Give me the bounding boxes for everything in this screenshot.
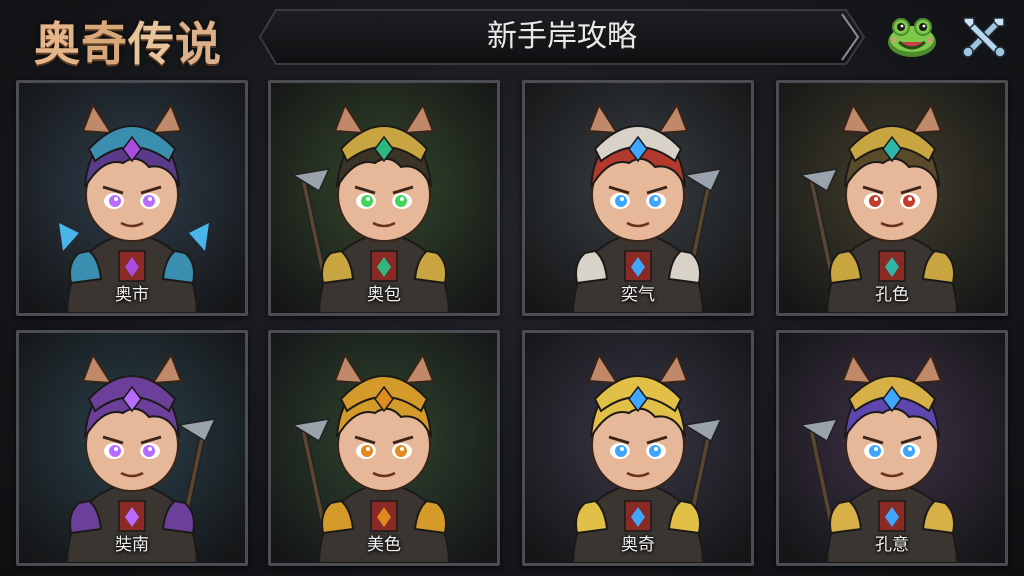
- hero-name: 孔色: [875, 285, 909, 305]
- frog-face-icon[interactable]: [884, 12, 940, 62]
- hero-name: 奥包: [367, 285, 401, 305]
- logo-char: 说: [175, 17, 222, 71]
- game-screen: 奥奇传说 新手岸攻略 奥市 奥包 奕气 孔色 奘南 美色 奥奇 孔意: [0, 0, 1024, 576]
- hero-name: 奕气: [621, 285, 655, 305]
- hero-card[interactable]: 奘南: [16, 330, 248, 566]
- hero-name: 美色: [367, 535, 401, 555]
- hero-grid: 奥市 奥包 奕气 孔色 奘南 美色 奥奇 孔意: [16, 80, 1010, 572]
- hero-name: 奥市: [115, 285, 149, 305]
- title-banner: 新手岸攻略: [258, 8, 866, 66]
- hero-portrait: [779, 333, 1005, 563]
- hero-portrait: [271, 83, 497, 313]
- hero-card[interactable]: 奕气: [522, 80, 754, 316]
- hero-card[interactable]: 美色: [268, 330, 500, 566]
- hero-name: 孔意: [875, 535, 909, 555]
- hero-portrait: [19, 83, 245, 313]
- hero-portrait: [19, 333, 245, 563]
- hero-portrait: [525, 333, 751, 563]
- hero-name: 奘南: [115, 535, 149, 555]
- crossed-tools-icon[interactable]: [956, 12, 1012, 62]
- header: 奥奇传说 新手岸攻略: [0, 0, 1024, 74]
- hero-portrait: [271, 333, 497, 563]
- hero-name: 奥奇: [621, 535, 655, 555]
- page-title: 新手岸攻略: [487, 19, 637, 54]
- hero-portrait: [525, 83, 751, 313]
- hero-card[interactable]: 奥市: [16, 80, 248, 316]
- logo-char: 奥: [34, 17, 81, 71]
- logo-char: 传: [128, 17, 175, 71]
- hero-portrait: [779, 83, 1005, 313]
- hero-card[interactable]: 奥包: [268, 80, 500, 316]
- game-logo: 奥奇传说: [34, 8, 222, 74]
- hero-card[interactable]: 孔色: [776, 80, 1008, 316]
- hero-card[interactable]: 孔意: [776, 330, 1008, 566]
- hero-card[interactable]: 奥奇: [522, 330, 754, 566]
- logo-char: 奇: [81, 17, 128, 71]
